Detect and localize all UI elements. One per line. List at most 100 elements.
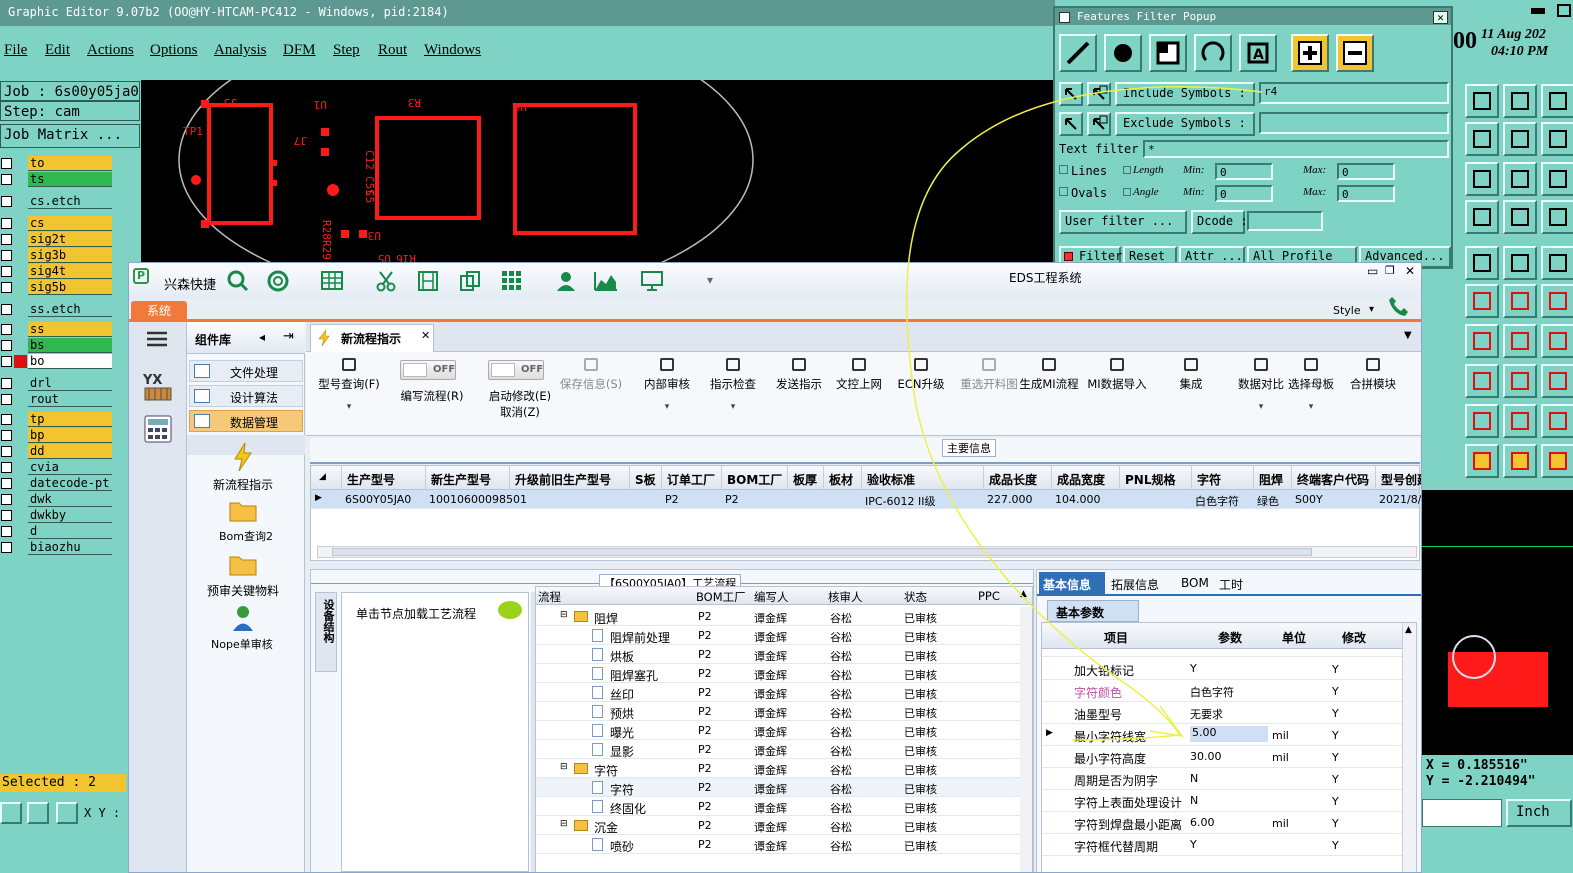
layer-checkbox[interactable] xyxy=(1,196,12,207)
film-icon[interactable] xyxy=(417,270,439,292)
toolbar-button[interactable]: 文控上网 xyxy=(826,352,892,434)
tree-expander-icon[interactable]: ⊟ xyxy=(560,610,568,620)
column-header[interactable]: 型号创建 xyxy=(1381,471,1421,488)
column-header[interactable]: 项目 xyxy=(1104,629,1128,646)
tool-button[interactable] xyxy=(1503,404,1537,438)
scroll-up-icon[interactable]: ▲ xyxy=(1405,625,1412,635)
layer-checkbox[interactable] xyxy=(1,414,12,425)
tool-button[interactable] xyxy=(1465,324,1499,358)
angle-checkbox[interactable] xyxy=(1123,188,1131,196)
column-header[interactable]: 成品宽度 xyxy=(1057,471,1125,488)
layer-checkbox[interactable] xyxy=(1,430,12,441)
tool-button[interactable] xyxy=(1541,84,1573,118)
menu-options[interactable]: Options xyxy=(150,42,198,59)
layer-checkbox[interactable] xyxy=(1,158,12,169)
document-tab-new-process[interactable]: 新流程指示 ✕ xyxy=(310,324,434,352)
key-material-shortcut[interactable]: 预审关键物料 xyxy=(187,548,305,602)
toolbar-button[interactable]: 导 xyxy=(1400,352,1421,434)
table-row[interactable]: 周期是否为阴字 N Y xyxy=(1042,768,1402,790)
tool-button[interactable] xyxy=(1465,200,1499,234)
toolbar-button[interactable]: 内部审核 ▾ xyxy=(634,352,700,434)
layer-checkbox[interactable] xyxy=(1,478,12,489)
table-row[interactable]: 丝印 P2 谭金辉 谷松 已审核 xyxy=(536,683,1020,702)
tool-button[interactable] xyxy=(1503,444,1537,478)
layer-row[interactable]: dwkby xyxy=(0,508,112,523)
layer-checkbox[interactable] xyxy=(1,174,12,185)
column-header[interactable]: 状态 xyxy=(904,589,927,605)
table-row[interactable]: 终固化 P2 谭金辉 谷松 已审核 xyxy=(536,797,1020,816)
layer-checkbox[interactable] xyxy=(1,462,12,473)
lines-checkbox[interactable] xyxy=(1059,165,1068,174)
table-row[interactable]: 字符颜色 白色字符 Y xyxy=(1042,680,1402,702)
new-process-shortcut[interactable]: 新流程指示 xyxy=(187,438,305,494)
toolbar-button[interactable]: OFF 编写流程(R) xyxy=(390,352,474,434)
layer-checkbox[interactable] xyxy=(1,340,12,351)
nav-file-processing[interactable]: 文件处理 xyxy=(189,360,303,382)
tool-button[interactable] xyxy=(1465,84,1499,118)
bom-query-shortcut[interactable]: Bom查询2 xyxy=(187,494,305,548)
layer-row[interactable]: to xyxy=(0,156,112,171)
line-feature-icon[interactable] xyxy=(1059,34,1097,72)
column-header[interactable]: BOM工厂 xyxy=(696,589,746,605)
tool-button[interactable] xyxy=(1503,324,1537,358)
layer-checkbox[interactable] xyxy=(1,304,12,315)
eds-close-icon[interactable]: ✕ xyxy=(1405,264,1415,278)
length-max-input[interactable]: 0 xyxy=(1337,163,1395,180)
scissors-icon[interactable] xyxy=(375,270,397,292)
menu-windows[interactable]: Windows xyxy=(424,42,481,59)
menu-analysis[interactable]: Analysis xyxy=(214,42,267,59)
layer-checkbox[interactable] xyxy=(1,218,12,229)
toolbar-button[interactable]: 型号查询(F) ▾ xyxy=(310,352,388,434)
copy-icon[interactable] xyxy=(459,270,481,292)
tree-expander-icon[interactable]: ⊟ xyxy=(560,819,568,829)
column-header[interactable]: S板 xyxy=(635,471,667,488)
toggle-switch[interactable]: OFF xyxy=(488,360,544,380)
table-row[interactable]: 加大铅标记 Y Y xyxy=(1042,658,1402,680)
column-header[interactable]: 成品长度 xyxy=(989,471,1057,488)
layer-row[interactable]: biaozhu xyxy=(0,540,112,555)
exclude-pick-icon[interactable] xyxy=(1059,112,1083,136)
column-header[interactable]: 修改 xyxy=(1342,629,1366,646)
column-header[interactable]: 订单工厂 xyxy=(667,471,727,488)
table-row[interactable]: ⊟ 阻焊 P2 谭金辉 谷松 已审核 xyxy=(536,607,1020,626)
style-menu[interactable]: Style xyxy=(1333,304,1361,317)
tool-button[interactable] xyxy=(1503,364,1537,398)
angle-max-input[interactable]: 0 xyxy=(1337,185,1395,202)
apps-grid-icon[interactable] xyxy=(501,270,523,292)
tool-button[interactable] xyxy=(1465,162,1499,196)
tool-button[interactable] xyxy=(1541,324,1573,358)
tool-button[interactable] xyxy=(1541,162,1573,196)
layer-row[interactable]: cs.etch xyxy=(0,194,112,209)
nope-review-shortcut[interactable]: Nope单审核 xyxy=(187,602,305,656)
toolbar-button[interactable]: 集成 xyxy=(1158,352,1224,434)
column-header[interactable]: 参数 xyxy=(1218,629,1242,646)
horizontal-scrollbar[interactable] xyxy=(317,546,1417,558)
tool-button[interactable] xyxy=(1541,122,1573,156)
close-tab-icon[interactable]: ✕ xyxy=(421,329,430,342)
dcode-button[interactable]: Dcode : xyxy=(1191,210,1248,234)
tool-button[interactable] xyxy=(1465,404,1499,438)
layer-checkbox[interactable] xyxy=(1,542,12,553)
job-matrix-button[interactable]: Job Matrix ... xyxy=(0,124,140,148)
maximize-icon[interactable] xyxy=(1557,4,1571,17)
tab-dropdown-icon[interactable]: ▼ xyxy=(1404,330,1412,341)
table-row[interactable]: 阻焊前处理 P2 谭金辉 谷松 已审核 xyxy=(536,626,1020,645)
layer-row[interactable]: cs xyxy=(0,216,112,231)
column-header[interactable]: 流程 xyxy=(538,589,561,605)
column-header[interactable]: 升级前旧生产型号 xyxy=(515,471,635,488)
menu-step[interactable]: Step xyxy=(333,42,360,59)
tool-button[interactable] xyxy=(1541,444,1573,478)
tool-button[interactable] xyxy=(1503,246,1537,280)
layer-checkbox[interactable] xyxy=(1,324,12,335)
phone-icon[interactable] xyxy=(1387,295,1409,317)
dcode-input[interactable] xyxy=(1247,211,1323,231)
toolbar-button[interactable]: MI数据导入 xyxy=(1084,352,1150,434)
layer-row[interactable]: cvia xyxy=(0,460,112,475)
table-row[interactable]: 字符到焊盘最小距离 6.00 mil Y xyxy=(1042,812,1402,834)
table-row[interactable]: 字符上表面处理设计 N Y xyxy=(1042,790,1402,812)
layer-checkbox[interactable] xyxy=(1,494,12,505)
menu-edit[interactable]: Edit xyxy=(45,42,70,59)
eds-minimize-icon[interactable]: ▭ xyxy=(1367,264,1378,278)
layer-checkbox[interactable] xyxy=(1,510,12,521)
equipment-structure-tab[interactable]: 设备结构 xyxy=(315,592,337,672)
